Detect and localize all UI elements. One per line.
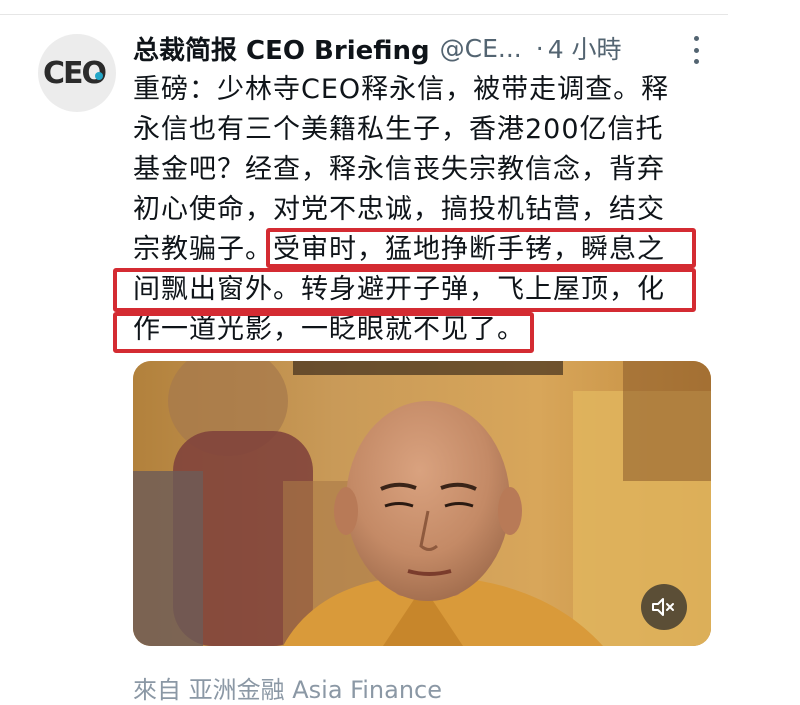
author-handle[interactable]: @CE... <box>440 34 522 63</box>
tweet-media-video[interactable] <box>133 361 711 646</box>
tweet-text-line: 重磅：少林寺CEO释永信，被带走调查。释 <box>133 74 670 105</box>
highlight-box <box>113 312 534 353</box>
top-divider <box>0 14 728 15</box>
tweet-text-line: 永信也有三个美籍私生子，香港200亿信托 <box>133 114 664 145</box>
highlight-box <box>266 228 696 268</box>
speaker-muted-glyph <box>652 598 674 616</box>
author-name[interactable]: 总裁简报 CEO Briefing <box>133 30 430 67</box>
tweet-text-line: 初心使命，对党不忠诚，搞投机钻营，结交 <box>133 194 665 225</box>
video-frame-illustration <box>133 361 711 646</box>
more-options-icon[interactable] <box>690 36 702 64</box>
mute-icon[interactable] <box>641 584 687 630</box>
avatar[interactable]: CEO <box>38 34 116 112</box>
tweet-text-line: 基金吧？经查，释永信丧失宗教信念，背弃 <box>133 154 665 185</box>
highlight-box <box>113 268 696 312</box>
tweet-header: 总裁简报 CEO Briefing @CE... · 4 小時 <box>133 30 622 66</box>
timestamp[interactable]: 4 小時 <box>548 30 622 66</box>
avatar-logo-dot <box>95 72 103 80</box>
time-separator: · <box>535 33 544 63</box>
